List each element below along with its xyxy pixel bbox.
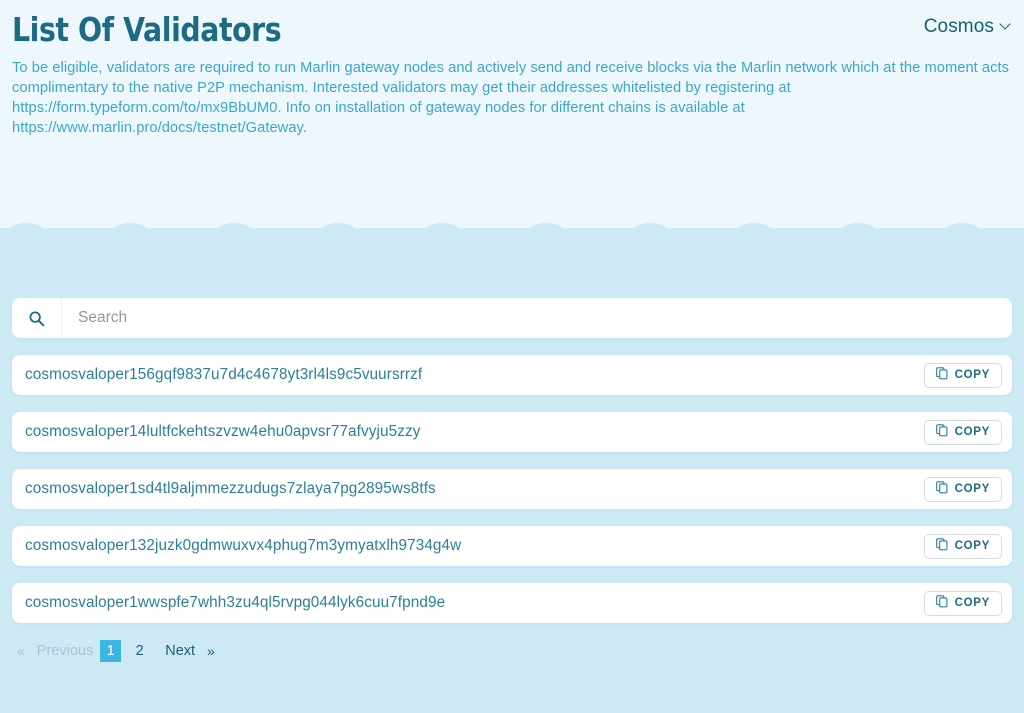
copy-icon	[935, 367, 948, 383]
search-icon[interactable]	[12, 298, 62, 338]
copy-button-label: COPY	[954, 426, 990, 438]
pagination: « Previous 1 2 Next »	[12, 640, 1012, 670]
pagination-first-chevron: «	[17, 643, 25, 659]
copy-button-label: COPY	[954, 540, 990, 552]
copy-icon	[935, 481, 948, 497]
pagination-previous: Previous	[36, 643, 94, 659]
validator-address: cosmosvaloper132juzk0gdmwuxvx4phug7m3ymy…	[25, 537, 462, 554]
main-content: cosmosvaloper156gqf9837u7d4c4678yt3rl4ls…	[0, 252, 1024, 670]
chain-selector-label: Cosmos	[923, 16, 994, 37]
pagination-last-chevron[interactable]: »	[202, 640, 220, 662]
eligibility-description: To be eligible, validators are required …	[12, 60, 1010, 136]
search-input[interactable]	[62, 299, 1012, 337]
pagination-page-2[interactable]: 2	[129, 640, 150, 662]
chevron-down-icon	[1001, 19, 1012, 30]
copy-button[interactable]: COPY	[923, 590, 1002, 616]
pagination-page-1[interactable]: 1	[100, 640, 122, 662]
copy-icon	[935, 595, 948, 611]
page-title: List Of Validators	[12, 10, 282, 49]
copy-button[interactable]: COPY	[923, 533, 1002, 559]
table-row: cosmosvaloper132juzk0gdmwuxvx4phug7m3ymy…	[12, 526, 1012, 566]
validator-address: cosmosvaloper14lultfckehtszvzw4ehu0apvsr…	[25, 423, 421, 440]
pagination-next[interactable]: Next	[158, 640, 202, 662]
copy-button-label: COPY	[954, 483, 990, 495]
hero-section: List Of Validators Cosmos To be eligible…	[0, 0, 1024, 228]
table-row: cosmosvaloper1sd4tl9aljmmezzudugs7zlaya7…	[12, 469, 1012, 509]
copy-button-label: COPY	[954, 369, 990, 381]
copy-button[interactable]: COPY	[923, 419, 1002, 445]
wave-divider	[0, 223, 1024, 252]
search-bar[interactable]	[12, 298, 1012, 338]
copy-button[interactable]: COPY	[923, 362, 1002, 388]
table-row: cosmosvaloper14lultfckehtszvzw4ehu0apvsr…	[12, 412, 1012, 452]
chain-selector-dropdown[interactable]: Cosmos	[924, 16, 1012, 38]
validator-list: cosmosvaloper156gqf9837u7d4c4678yt3rl4ls…	[12, 355, 1012, 623]
validator-address: cosmosvaloper156gqf9837u7d4c4678yt3rl4ls…	[25, 366, 423, 383]
table-row: cosmosvaloper1wwspfe7whh3zu4ql5rvpg044ly…	[12, 583, 1012, 623]
copy-icon	[935, 538, 948, 554]
validator-address: cosmosvaloper1wwspfe7whh3zu4ql5rvpg044ly…	[25, 594, 446, 611]
copy-icon	[935, 424, 948, 440]
copy-button-label: COPY	[954, 597, 990, 609]
table-row: cosmosvaloper156gqf9837u7d4c4678yt3rl4ls…	[12, 355, 1012, 395]
validator-address: cosmosvaloper1sd4tl9aljmmezzudugs7zlaya7…	[25, 480, 436, 497]
copy-button[interactable]: COPY	[923, 476, 1002, 502]
